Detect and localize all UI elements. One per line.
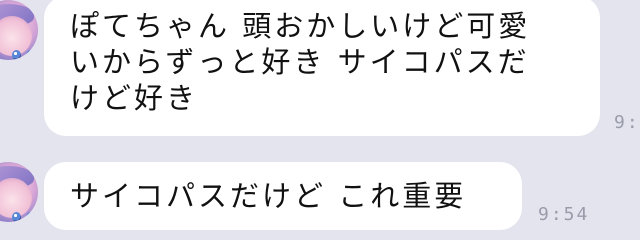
avatar-face [0, 178, 35, 222]
message-text-line: サイコパスだけど これ重要 [70, 179, 467, 213]
avatar-eye-left [12, 50, 21, 60]
message-bubble[interactable]: ぽてちゃん 頭おかしいけど可愛 いからずっと好き サイコパスだ けど好き [44, 0, 600, 136]
message-text-line: ぽてちゃん 頭おかしいけど可愛 [70, 9, 531, 43]
avatar-eye-right [26, 50, 35, 60]
message-text-line: いからずっと好き サイコパスだ [70, 45, 530, 79]
message-timestamp: 9:54 [538, 204, 590, 225]
avatar-eye-left [12, 212, 21, 222]
avatar-eye-right [26, 212, 35, 222]
chat-thread: ぽてちゃん 頭おかしいけど可愛 いからずっと好き サイコパスだ けど好き 9:5… [0, 0, 640, 240]
message-timestamp: 9:5 [614, 112, 640, 133]
message-bubble[interactable]: サイコパスだけど これ重要 [44, 162, 522, 230]
user-avatar[interactable] [0, 162, 38, 222]
user-avatar[interactable] [0, 0, 38, 60]
avatar-face [0, 16, 35, 60]
message-text-line: けど好き [70, 81, 199, 115]
